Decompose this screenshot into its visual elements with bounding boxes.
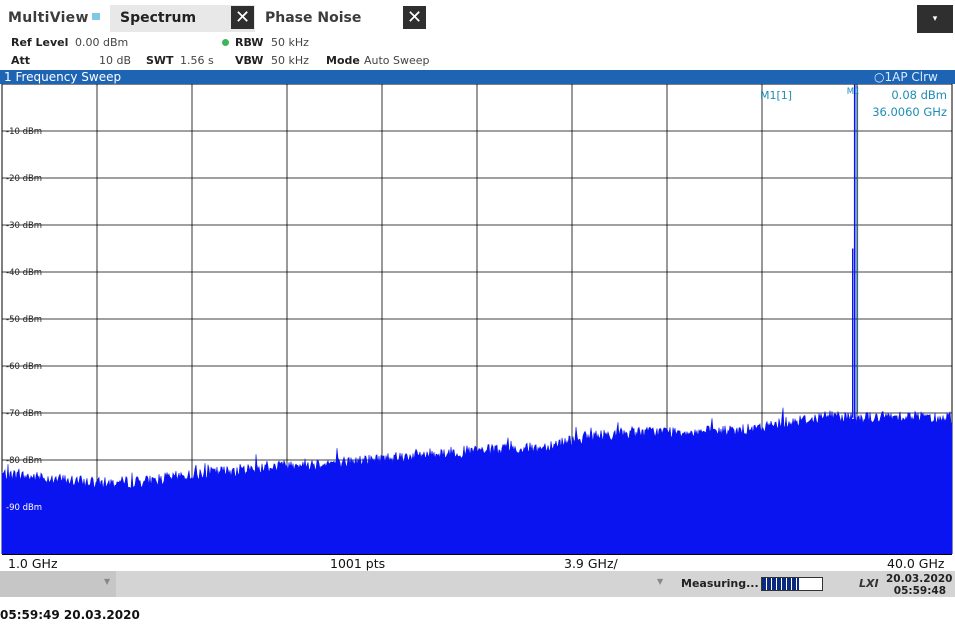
ref-level-value[interactable]: 0.00 dBm	[75, 36, 128, 49]
mode-value[interactable]: Auto Sweep	[364, 54, 430, 67]
marker-level: 0.08 dBm	[891, 88, 947, 102]
status-segment	[0, 571, 116, 597]
ref-level-label: Ref Level	[11, 36, 69, 49]
trace-info[interactable]: ○1AP Clrw	[874, 70, 938, 84]
lxi-icon: LXI	[859, 577, 879, 590]
status-time: 05:59:48	[893, 585, 946, 597]
rbw-coupled-icon	[222, 39, 229, 46]
y-tick-label: -90 dBm	[6, 503, 42, 513]
measurement-settings: Ref Level 0.00 dBm RBW 50 kHz Att 10 dB …	[0, 34, 955, 70]
frequency-sweep-diagram: 1 Frequency Sweep ○1AP Clrw -10 dBm -20 d…	[0, 70, 955, 571]
mode-label: Mode	[326, 54, 360, 67]
marker-name: M1[1]	[760, 89, 792, 102]
swt-value[interactable]: 1.56 s	[180, 54, 214, 67]
spectrum-plot[interactable]: -10 dBm -20 dBm -30 dBm -40 dBm -50 dBm -60 d…	[0, 84, 955, 554]
y-tick-label: -70 dBm	[6, 409, 42, 419]
swt-label: SWT	[146, 54, 174, 67]
y-tick-label: -20 dBm	[6, 174, 42, 184]
close-spectrum-button[interactable]: ✕	[231, 6, 254, 29]
menu-dropdown-button[interactable]: ▾	[917, 5, 953, 33]
span-per-division: 3.9 GHz/	[564, 556, 618, 571]
att-label: Att	[11, 54, 31, 67]
chevron-down-icon[interactable]: ▼	[104, 577, 110, 586]
progress-fill	[762, 578, 800, 590]
tab-spectrum-label: Spectrum	[120, 10, 197, 26]
rbw-value[interactable]: 50 kHz	[271, 36, 309, 49]
y-tick-label: -30 dBm	[6, 221, 42, 231]
tab-multiview[interactable]: MultiView	[8, 10, 89, 26]
spectrum-indicator-icon	[92, 13, 100, 20]
diagram-footer: 1.0 GHz 1001 pts 3.9 GHz/ 40.0 GHz	[2, 554, 952, 571]
close-phase-noise-button[interactable]: ✕	[403, 6, 426, 29]
start-frequency: 1.0 GHz	[8, 556, 58, 571]
tab-bar: MultiView Spectrum ✕ Phase Noise ✕ ▾	[0, 0, 955, 34]
y-tick-label: -80 dBm	[6, 456, 42, 466]
diagram-title-bar: 1 Frequency Sweep ○1AP Clrw	[0, 70, 955, 84]
sweep-progress-bar	[761, 577, 823, 591]
diagram-title: 1 Frequency Sweep	[4, 70, 122, 84]
y-tick-label: -40 dBm	[6, 268, 42, 278]
capture-timestamp: 05:59:49 20.03.2020	[0, 608, 140, 622]
y-tick-label: -60 dBm	[6, 362, 42, 372]
rbw-label: RBW	[235, 36, 264, 49]
chevron-down-icon[interactable]: ▼	[657, 577, 663, 586]
tab-phase-noise[interactable]: Phase Noise	[265, 10, 361, 26]
y-tick-label: -10 dBm	[6, 127, 42, 137]
measuring-status: Measuring...	[681, 577, 759, 590]
marker-frequency: 36.0060 GHz	[872, 105, 947, 119]
vbw-label: VBW	[235, 54, 264, 67]
vbw-value[interactable]: 50 kHz	[271, 54, 309, 67]
stop-frequency: 40.0 GHz	[887, 556, 945, 571]
status-date: 20.03.2020	[886, 573, 953, 585]
status-bar: ▼ ▼ Measuring... LXI 20.03.2020 05:59:48	[0, 571, 955, 597]
y-tick-label: -50 dBm	[6, 315, 42, 325]
sweep-points: 1001 pts	[330, 556, 386, 571]
att-value[interactable]: 10 dB	[99, 54, 131, 67]
